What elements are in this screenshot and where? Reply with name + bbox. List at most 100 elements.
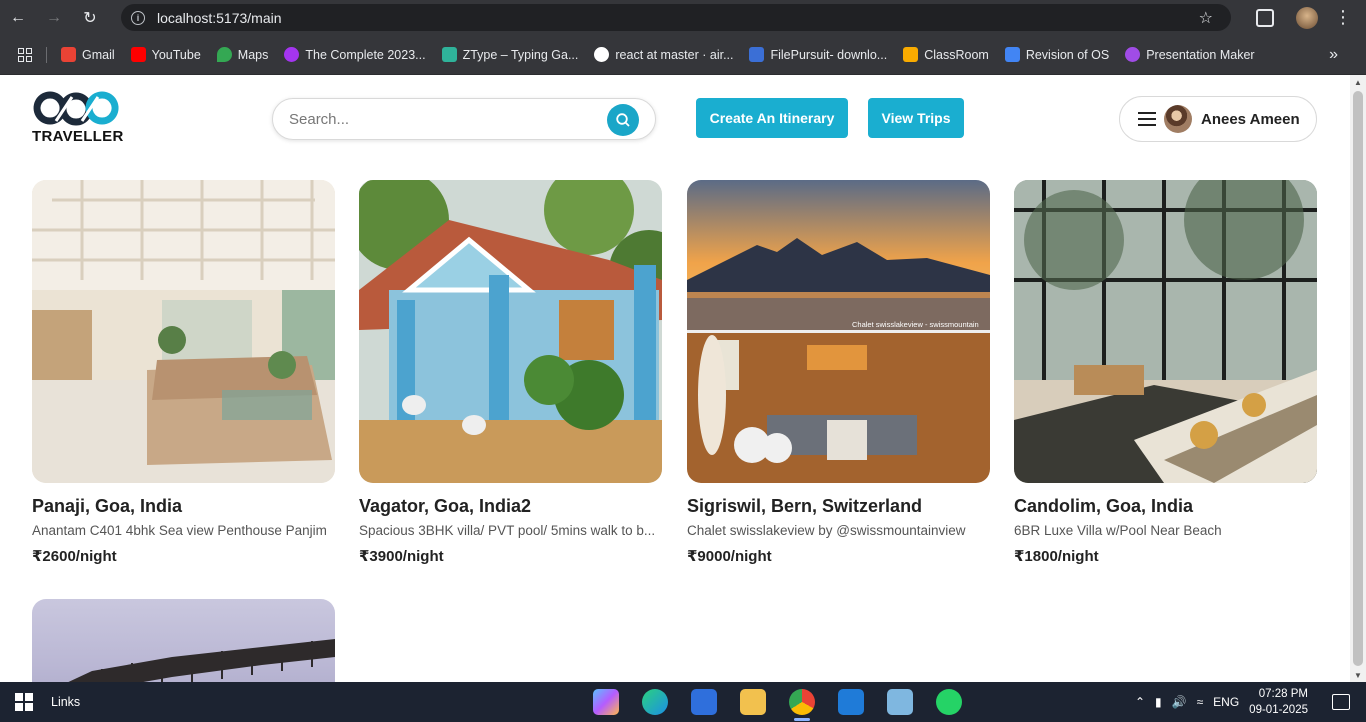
clock-date: 09-01-2025 (1249, 704, 1308, 716)
listing-photo[interactable]: Chalet swisslakeview - swissmountain (687, 180, 990, 483)
links-toolbar[interactable]: Links (51, 695, 80, 709)
listing-description: Anantam C401 4bhk Sea view Penthouse Pan… (32, 523, 327, 538)
listing-description: Spacious 3BHK villa/ PVT pool/ 5mins wal… (359, 523, 656, 538)
user-name: Anees Ameen (1201, 110, 1300, 128)
bookmark-youtube[interactable]: YouTube (130, 47, 201, 62)
windows-start-icon[interactable] (15, 693, 33, 711)
notification-icon[interactable] (1332, 694, 1350, 710)
browser-toolbar: ← → ↻ i localhost:5173/main ☆ ⋮ (0, 0, 1366, 35)
system-tray: ⌃ ▮ 🔊 ≈ ENG 07:28 PM 09-01-2025 (1135, 682, 1366, 722)
bookmark-gmail[interactable]: Gmail (61, 47, 115, 62)
profile-avatar-icon[interactable] (1296, 6, 1318, 29)
user-menu-button[interactable]: Anees Ameen (1119, 96, 1317, 142)
page-content: TRAVELLER Create An Itinerary View Trips… (0, 75, 1350, 682)
bookmark-revision-os[interactable]: Revision of OS (1004, 47, 1110, 62)
forward-icon[interactable]: → (36, 0, 72, 35)
more-bookmarks-icon[interactable]: » (1329, 46, 1338, 64)
language-indicator[interactable]: ENG (1213, 695, 1239, 709)
store-icon[interactable] (691, 689, 717, 715)
listing-photo[interactable] (32, 180, 335, 483)
notepad-icon[interactable] (887, 689, 913, 715)
address-url[interactable]: localhost:5173/main (157, 10, 282, 26)
bookmark-label: The Complete 2023... (305, 47, 426, 62)
view-trips-button[interactable]: View Trips (868, 98, 964, 138)
listing-photo[interactable] (359, 180, 662, 483)
listing-location: Panaji, Goa, India (32, 496, 183, 516)
bookmark-label: ZType – Typing Ga... (462, 47, 579, 62)
bookmarks-divider (46, 46, 47, 63)
back-icon[interactable]: ← (0, 0, 36, 35)
gmail-icon (61, 47, 76, 62)
udemy-icon (284, 47, 300, 62)
listing-location: Sigriswil, Bern, Switzerland (687, 496, 923, 516)
volume-icon[interactable]: 🔊 (1172, 695, 1187, 709)
apps-grid-icon[interactable] (18, 47, 32, 62)
filepursuit-icon (749, 47, 765, 62)
bookmark-filepursuit[interactable]: FilePursuit- downlo... (749, 47, 887, 62)
forms-icon (1004, 47, 1020, 62)
avatar (1164, 105, 1192, 133)
bookmark-ztype[interactable]: ZType – Typing Ga... (441, 47, 579, 62)
bookmark-label: Revision of OS (1025, 47, 1110, 62)
scroll-down-icon[interactable]: ▼ (1354, 671, 1362, 680)
bookmark-label: FilePursuit- downlo... (770, 47, 888, 62)
photo-caption: Chalet swisslakeview - swissmountain (852, 320, 979, 329)
bookmark-maps[interactable]: Maps (216, 47, 269, 62)
listing-price: ₹2600/night (32, 548, 117, 565)
address-bar[interactable]: i localhost:5173/main ☆ (121, 4, 1231, 31)
clock-time: 07:28 PM (1258, 688, 1308, 700)
search-button[interactable] (607, 104, 639, 136)
listing-photo[interactable] (1014, 180, 1317, 483)
listing-card[interactable]: Candolim, Goa, India 6BR Luxe Villa w/Po… (1014, 180, 1317, 565)
vscode-icon[interactable] (838, 689, 864, 715)
listing-price: ₹1800/night (1014, 548, 1099, 565)
site-info-icon[interactable]: i (131, 10, 145, 25)
listing-description: 6BR Luxe Villa w/Pool Near Beach (1014, 523, 1222, 538)
whatsapp-icon[interactable] (936, 689, 962, 715)
github-icon (594, 47, 610, 62)
youtube-icon (130, 47, 146, 62)
bookmark-classroom[interactable]: ClassRoom (903, 47, 989, 62)
bookmark-label: ClassRoom (924, 47, 989, 62)
bookmark-label: react at master · air... (615, 47, 734, 62)
hamburger-menu-icon (1138, 112, 1156, 126)
reload-icon[interactable]: ↻ (72, 0, 108, 35)
page-scrollbar[interactable]: ▲ ▼ (1350, 75, 1366, 682)
bookmark-label: Gmail (82, 47, 115, 62)
listing-card[interactable]: Vagator, Goa, India2 Spacious 3BHK villa… (359, 180, 662, 565)
active-app-indicator (794, 718, 810, 721)
scrollbar-thumb[interactable] (1353, 91, 1363, 666)
bookmark-udemy[interactable]: The Complete 2023... (284, 47, 426, 62)
file-explorer-icon[interactable] (740, 689, 766, 715)
bookmark-star-icon[interactable]: ☆ (1199, 8, 1213, 28)
battery-icon[interactable]: ▮ (1155, 695, 1162, 709)
maps-icon (216, 47, 232, 62)
bookmark-github[interactable]: react at master · air... (594, 47, 733, 62)
listing-photo[interactable] (32, 599, 335, 682)
search-bar[interactable] (272, 98, 656, 140)
bookmark-presentation-maker[interactable]: Presentation Maker (1125, 47, 1255, 62)
bookmarks-bar: Gmail YouTube Maps The Complete 2023... … (0, 35, 1366, 75)
menu-dots-icon[interactable]: ⋮ (1334, 7, 1352, 28)
listing-location: Vagator, Goa, India2 (359, 496, 532, 516)
listing-description: Chalet swisslakeview by @swissmountainvi… (687, 523, 966, 538)
listing-price: ₹3900/night (359, 548, 444, 565)
chrome-icon[interactable] (789, 689, 815, 715)
listing-card[interactable]: Chalet swisslakeview - swissmountain Sig… (687, 180, 990, 565)
clock[interactable]: 07:28 PM 09-01-2025 (1249, 686, 1308, 718)
copilot-icon[interactable] (593, 689, 619, 715)
bookmark-label: YouTube (151, 47, 201, 62)
listing-price: ₹9000/night (687, 548, 772, 565)
logo[interactable]: TRAVELLER (32, 89, 123, 145)
extensions-icon[interactable] (1256, 8, 1274, 27)
search-icon (616, 113, 630, 127)
listing-location: Candolim, Goa, India (1014, 496, 1194, 516)
wifi-icon[interactable]: ≈ (1197, 695, 1204, 709)
tray-chevron-icon[interactable]: ⌃ (1135, 695, 1145, 709)
bookmark-label: Maps (237, 47, 269, 62)
create-itinerary-button[interactable]: Create An Itinerary (696, 98, 848, 138)
listing-card[interactable]: Panaji, Goa, India Anantam C401 4bhk Sea… (32, 180, 335, 565)
edge-icon[interactable] (642, 689, 668, 715)
search-input[interactable] (289, 110, 589, 128)
scroll-up-icon[interactable]: ▲ (1354, 78, 1362, 87)
